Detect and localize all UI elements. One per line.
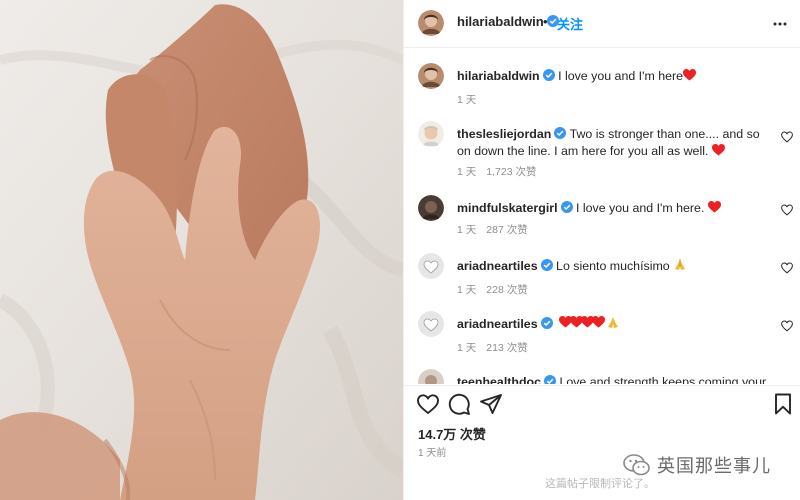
comment-meta: 1 天 1,723 次赞 bbox=[457, 164, 536, 179]
comment-time: 1 天 bbox=[457, 224, 477, 236]
comment-body: theslesliejordan Two is stronger than on… bbox=[457, 126, 767, 160]
comment-username[interactable]: mindfulskatergirl bbox=[457, 201, 558, 215]
comment-likes[interactable]: 287 次赞 bbox=[486, 224, 527, 236]
more-options-icon[interactable] bbox=[773, 17, 787, 31]
like-comment-heart-icon[interactable] bbox=[781, 319, 793, 332]
comment-username[interactable]: theslesliejordan bbox=[457, 127, 551, 141]
comment-time: 1 天 bbox=[457, 94, 477, 106]
comment-meta: 1 天 213 次赞 bbox=[457, 340, 528, 355]
heart-icon[interactable] bbox=[416, 392, 440, 416]
post-photo bbox=[0, 0, 403, 500]
comment-text: Lo siento muchísimo bbox=[556, 259, 670, 273]
comment-likes[interactable]: 1,723 次赞 bbox=[486, 166, 536, 178]
likes-count[interactable]: 14.7万 次赞 bbox=[418, 424, 486, 443]
comment-time: 1 天 bbox=[457, 342, 477, 354]
red-heart-emoji-icon bbox=[707, 201, 721, 213]
comment-list: hilariabaldwin I love you and I'm here 1… bbox=[404, 49, 800, 384]
comment-username[interactable]: teenhealthdoc bbox=[457, 375, 541, 384]
comment-meta: 1 天 bbox=[457, 92, 476, 107]
commenter-avatar[interactable] bbox=[418, 253, 444, 279]
comment-meta: 1 天 228 次赞 bbox=[457, 282, 528, 297]
verified-badge-icon bbox=[554, 127, 567, 139]
comment-username[interactable]: ariadneartiles bbox=[457, 259, 538, 273]
like-comment-heart-icon[interactable] bbox=[781, 130, 793, 143]
bookmark-icon[interactable] bbox=[771, 392, 795, 416]
author-avatar[interactable] bbox=[418, 10, 444, 36]
comment-body: mindfulskatergirl I love you and I'm her… bbox=[457, 200, 767, 217]
verified-badge-icon bbox=[540, 259, 553, 271]
comment-time: 1 天 bbox=[457, 166, 477, 178]
commenter-avatar[interactable] bbox=[418, 121, 444, 147]
comment-text: I love you and I'm here. bbox=[575, 201, 705, 215]
comment-time: 1 天 bbox=[457, 284, 477, 296]
holding-hands-image bbox=[0, 0, 403, 500]
share-icon[interactable] bbox=[479, 392, 503, 416]
comment-likes[interactable]: 228 次赞 bbox=[486, 284, 527, 296]
verified-badge-icon bbox=[560, 201, 573, 213]
comment-body: ariadneartiles bbox=[457, 316, 767, 334]
comment-body: teenhealthdoc Love and strength keeps co… bbox=[457, 374, 767, 384]
commenter-avatar[interactable] bbox=[418, 369, 444, 384]
verified-badge-icon bbox=[542, 69, 555, 81]
post-header: hilariabaldwin bbox=[404, 0, 800, 48]
like-comment-heart-icon[interactable] bbox=[781, 261, 793, 274]
commenter-avatar[interactable] bbox=[418, 311, 444, 337]
verified-badge-icon bbox=[544, 375, 556, 384]
post-time: 1 天前 bbox=[418, 448, 447, 459]
comment-body: ariadneartiles Lo siento muchísimo bbox=[457, 258, 767, 275]
hearts-emoji-row bbox=[559, 316, 621, 334]
comment-username[interactable]: ariadneartiles bbox=[457, 317, 538, 331]
comment-panel: hilariabaldwin • 关注 hilariabaldwin I lov… bbox=[403, 0, 800, 500]
comment-text: I love you and I'm here bbox=[558, 69, 684, 83]
pray-emoji-icon bbox=[673, 258, 686, 270]
verified-badge-icon bbox=[540, 317, 553, 329]
commenter-avatar[interactable] bbox=[418, 195, 444, 221]
comment-body: hilariabaldwin I love you and I'm here bbox=[457, 68, 767, 85]
red-heart-emoji-icon bbox=[711, 144, 725, 156]
follow-button[interactable]: 关注 bbox=[557, 14, 583, 33]
like-comment-heart-icon[interactable] bbox=[781, 203, 793, 216]
comment-meta: 1 天 287 次赞 bbox=[457, 222, 528, 237]
comments-restricted-note: 这篇帖子限制评论了。 bbox=[545, 478, 655, 490]
wechat-logo-icon bbox=[623, 453, 651, 477]
comment-icon[interactable] bbox=[447, 392, 471, 416]
commenter-avatar[interactable] bbox=[418, 63, 444, 89]
comment-likes[interactable]: 213 次赞 bbox=[486, 342, 527, 354]
comment-username[interactable]: hilariabaldwin bbox=[457, 69, 540, 83]
red-heart-emoji-icon bbox=[683, 69, 697, 81]
watermark-text: 英国那些事儿 bbox=[657, 456, 771, 477]
separator-dot: • bbox=[543, 14, 548, 29]
